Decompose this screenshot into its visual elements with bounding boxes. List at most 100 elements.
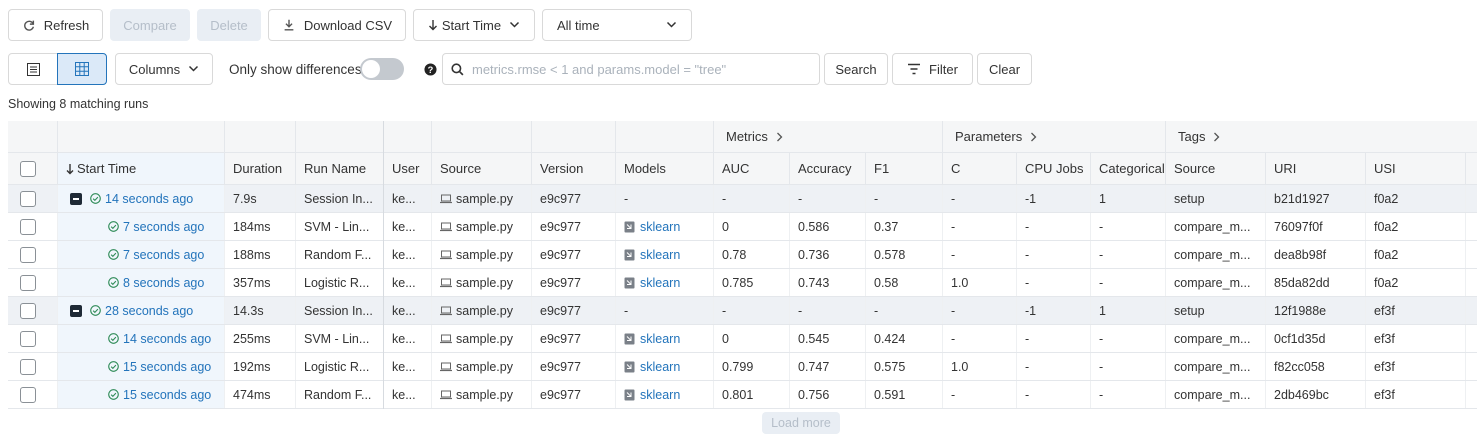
- row-checkbox[interactable]: [20, 302, 36, 319]
- model-link[interactable]: sklearn: [640, 360, 680, 374]
- collapse-icon[interactable]: [70, 192, 82, 205]
- cell-value: ef3f: [1374, 359, 1395, 374]
- columns-dropdown[interactable]: Columns: [115, 53, 213, 85]
- col-uri[interactable]: URI: [1266, 153, 1366, 184]
- cell-value: 0cf1d35d: [1274, 331, 1326, 346]
- user-value: ke...: [392, 387, 416, 402]
- row-checkbox[interactable]: [20, 358, 36, 375]
- col-accuracy[interactable]: Accuracy: [790, 153, 866, 184]
- col-cpu-jobs[interactable]: CPU Jobs: [1017, 153, 1091, 184]
- run-link[interactable]: 7 seconds ago: [123, 220, 204, 234]
- model-link[interactable]: sklearn: [640, 388, 680, 402]
- col-start-time[interactable]: Start Time: [58, 153, 225, 184]
- table-row[interactable]: 15 seconds ago 192ms Logistic R... ke... sam…: [8, 353, 1477, 381]
- col-version[interactable]: Version: [532, 153, 616, 184]
- row-checkbox[interactable]: [20, 246, 36, 263]
- run-link[interactable]: 15 seconds ago: [123, 360, 211, 374]
- cell-value: 0.785: [722, 275, 754, 290]
- col-auc[interactable]: AUC: [714, 153, 790, 184]
- model-link[interactable]: sklearn: [640, 248, 680, 262]
- cpu-jobs-cell: -: [1017, 325, 1091, 352]
- run-link[interactable]: 28 seconds ago: [105, 304, 193, 318]
- row-select-cell: [8, 381, 58, 408]
- run-link[interactable]: 14 seconds ago: [123, 332, 211, 346]
- search-icon: [451, 62, 464, 76]
- model-link[interactable]: sklearn: [640, 332, 680, 346]
- row-checkbox[interactable]: [20, 330, 36, 347]
- run-link[interactable]: 7 seconds ago: [123, 248, 204, 262]
- run-link[interactable]: 15 seconds ago: [123, 388, 211, 402]
- search-input-wrapper[interactable]: [442, 53, 820, 85]
- delete-button[interactable]: Delete: [197, 9, 261, 41]
- table-row[interactable]: 14 seconds ago 255ms SVM - Lin... ke... samp…: [8, 325, 1477, 353]
- col-user[interactable]: User: [384, 153, 432, 184]
- user-cell: ke...: [384, 213, 432, 240]
- search-input[interactable]: [470, 60, 810, 78]
- start-time-cell: 7 seconds ago: [58, 213, 225, 240]
- arrow-down-icon: [428, 19, 438, 31]
- f1-cell: -: [866, 297, 943, 324]
- col-usi[interactable]: USI: [1366, 153, 1466, 184]
- col-models[interactable]: Models: [616, 153, 714, 184]
- table-row[interactable]: 28 seconds ago 14.3s Session In... ke... sam…: [8, 297, 1477, 325]
- laptop-icon: [440, 194, 452, 204]
- source-cell: sample.py: [432, 325, 532, 352]
- auc-cell: 0: [714, 325, 790, 352]
- list-view-button[interactable]: [8, 53, 58, 85]
- success-check-icon: [90, 193, 101, 204]
- only-differences-toggle[interactable]: [360, 58, 404, 80]
- table-row[interactable]: 7 seconds ago 188ms Random F... ke... sample…: [8, 241, 1477, 269]
- search-button[interactable]: Search: [824, 53, 888, 85]
- filter-button[interactable]: Filter: [892, 53, 973, 85]
- f1-cell: 0.58: [866, 269, 943, 296]
- duration-cell: 192ms: [225, 353, 296, 380]
- download-csv-button[interactable]: Download CSV: [268, 9, 406, 41]
- run-name-value: Logistic R...: [304, 359, 370, 374]
- f1-cell: 0.37: [866, 213, 943, 240]
- grid-view-button[interactable]: [57, 53, 107, 85]
- run-link[interactable]: 14 seconds ago: [105, 192, 193, 206]
- columns-label: Columns: [128, 61, 181, 77]
- row-checkbox[interactable]: [20, 218, 36, 235]
- categorical-cell: -: [1091, 241, 1166, 268]
- chevron-down-icon: [666, 21, 677, 29]
- col-f1[interactable]: F1: [866, 153, 943, 184]
- model-link[interactable]: sklearn: [640, 220, 680, 234]
- table-row[interactable]: 15 seconds ago 474ms Random F... ke... sampl…: [8, 381, 1477, 409]
- clear-button[interactable]: Clear: [977, 53, 1032, 85]
- group-header-row: Metrics Parameters Tags: [8, 121, 1477, 153]
- parameters-group-label: Parameters: [955, 129, 1023, 144]
- help-icon[interactable]: ?: [424, 63, 437, 76]
- refresh-button[interactable]: Refresh: [8, 9, 103, 41]
- collapse-icon[interactable]: [70, 304, 82, 317]
- metrics-group-header[interactable]: Metrics: [714, 121, 943, 152]
- model-link[interactable]: sklearn: [640, 276, 680, 290]
- col-duration[interactable]: Duration: [225, 153, 296, 184]
- row-checkbox[interactable]: [20, 190, 36, 207]
- table-row[interactable]: 7 seconds ago 184ms SVM - Lin... ke... sampl…: [8, 213, 1477, 241]
- runs-table: Metrics Parameters Tags Start Time Durat…: [8, 121, 1477, 409]
- source-cell: sample.py: [432, 353, 532, 380]
- run-link[interactable]: 8 seconds ago: [123, 276, 204, 290]
- run-name-cell: Random F...: [296, 381, 384, 408]
- col-categorical[interactable]: Categorical: [1091, 153, 1166, 184]
- select-all-checkbox[interactable]: [20, 160, 36, 177]
- row-checkbox[interactable]: [20, 386, 36, 403]
- cpu-jobs-cell: -: [1017, 269, 1091, 296]
- load-more-button[interactable]: Load more: [762, 412, 840, 434]
- success-check-icon: [108, 249, 119, 260]
- col-run-name[interactable]: Run Name: [296, 153, 384, 184]
- parameters-group-header[interactable]: Parameters: [943, 121, 1166, 152]
- cell-value: 0.743: [798, 275, 830, 290]
- table-row[interactable]: 8 seconds ago 357ms Logistic R... ke... samp…: [8, 269, 1477, 297]
- col-source[interactable]: Source: [432, 153, 532, 184]
- duration-cell: 255ms: [225, 325, 296, 352]
- row-checkbox[interactable]: [20, 274, 36, 291]
- sort-dropdown[interactable]: Start Time: [413, 9, 535, 41]
- compare-button[interactable]: Compare: [110, 9, 190, 41]
- table-row[interactable]: 14 seconds ago 7.9s Session In... ke... samp…: [8, 185, 1477, 213]
- col-tag-source[interactable]: Source: [1166, 153, 1266, 184]
- time-filter-select[interactable]: All time: [542, 9, 692, 41]
- col-c[interactable]: C: [943, 153, 1017, 184]
- tags-group-header[interactable]: Tags: [1166, 121, 1477, 152]
